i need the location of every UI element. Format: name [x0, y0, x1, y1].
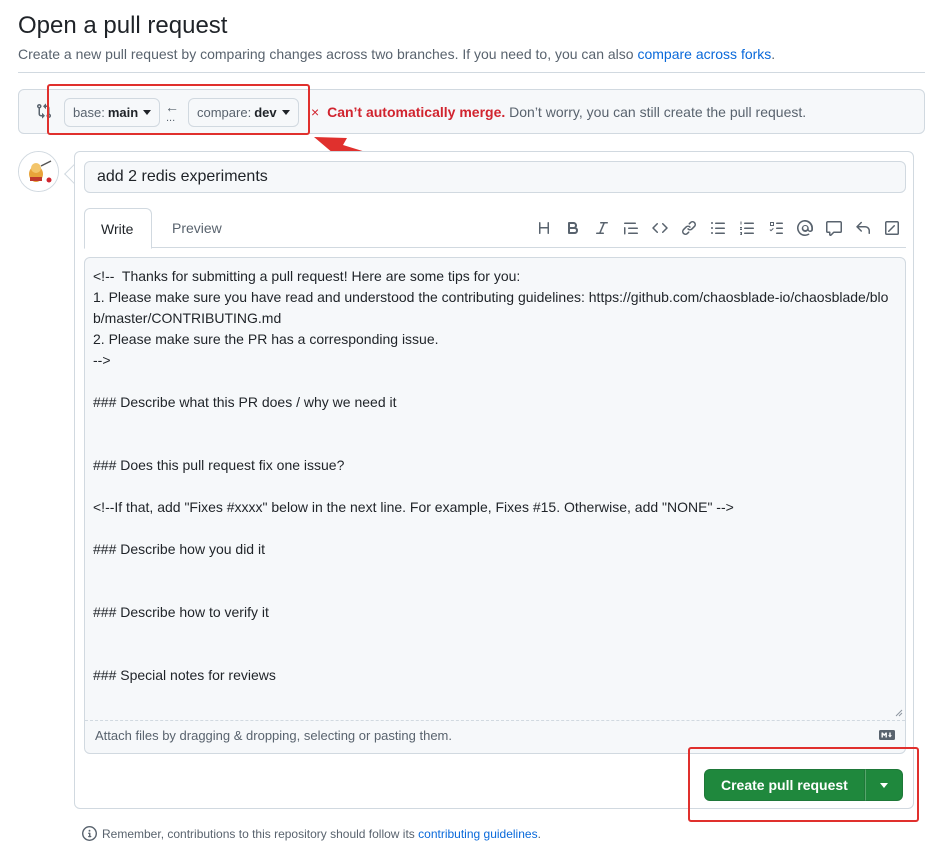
page-subtitle: Create a new pull request by comparing c… — [18, 46, 775, 62]
markdown-icon[interactable] — [879, 730, 895, 740]
fullscreen-icon[interactable] — [877, 216, 906, 240]
italic-icon[interactable] — [587, 216, 616, 240]
avatar[interactable] — [18, 151, 59, 192]
mention-icon[interactable] — [790, 216, 819, 240]
markdown-toolbar — [529, 216, 906, 240]
header-divider — [18, 72, 925, 73]
subtitle-text: Create a new pull request by comparing c… — [18, 46, 634, 62]
user-avatar-icon — [19, 152, 58, 191]
quote-icon[interactable] — [616, 216, 645, 240]
contribution-note: Remember, contributions to this reposito… — [82, 826, 541, 841]
editor-tabs: Write Preview — [84, 208, 906, 249]
pr-title-input[interactable] — [84, 161, 906, 193]
x-icon: × — [311, 104, 320, 120]
pull-request-form: Write Preview — [74, 151, 914, 809]
link-icon[interactable] — [674, 216, 703, 240]
attach-files-text: Attach files by dragging & dropping, sel… — [95, 728, 452, 743]
task-list-icon[interactable] — [761, 216, 790, 240]
contribution-note-text: Remember, contributions to this reposito… — [102, 826, 415, 841]
info-icon — [82, 826, 97, 841]
merge-error-text: Can’t automatically merge. — [327, 104, 506, 120]
heading-icon[interactable] — [529, 216, 558, 240]
pr-body-editor: <!-- Thanks for submitting a pull reques… — [84, 257, 906, 754]
reply-icon[interactable] — [848, 216, 877, 240]
pr-body-textarea[interactable]: <!-- Thanks for submitting a pull reques… — [85, 258, 905, 721]
bold-icon[interactable] — [558, 216, 587, 240]
subtitle-suffix: . — [771, 46, 776, 62]
merge-status: × Can’t automatically merge. Don’t worry… — [311, 104, 806, 120]
page-title: Open a pull request — [18, 12, 228, 39]
annotation-highlight-create-button — [688, 747, 919, 822]
compare-across-forks-link[interactable]: compare across forks — [637, 46, 771, 62]
tab-preview[interactable]: Preview — [156, 208, 238, 248]
annotation-highlight-branches — [47, 84, 310, 135]
reference-icon[interactable] — [819, 216, 848, 240]
contributing-guidelines-link[interactable]: contributing guidelines — [418, 827, 537, 841]
ordered-list-icon[interactable] — [732, 216, 761, 240]
tab-write[interactable]: Write — [84, 208, 152, 249]
unordered-list-icon[interactable] — [703, 216, 732, 240]
merge-status-message: Don’t worry, you can still create the pu… — [509, 104, 807, 120]
contribution-note-suffix: . — [537, 826, 541, 841]
code-icon[interactable] — [645, 216, 674, 240]
resize-handle-icon[interactable] — [895, 709, 903, 717]
